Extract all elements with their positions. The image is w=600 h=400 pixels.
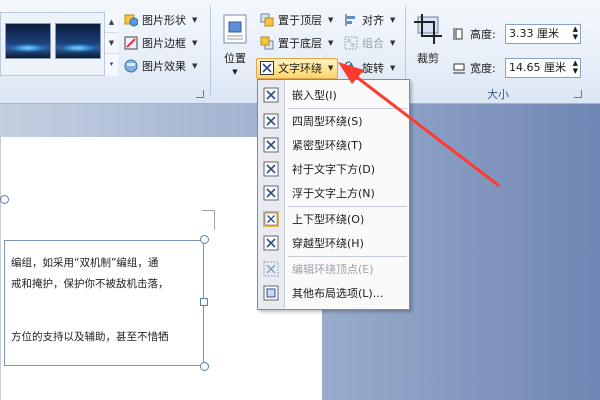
tight-wrap-icon xyxy=(263,137,279,153)
picture-shape-icon xyxy=(124,14,138,27)
width-label-item: 宽度: xyxy=(452,58,496,78)
text-wrap-menu: 嵌入型(I) 四周型环绕(S) 紧密型环绕(T) 衬于文字下方(D) 浮于文字上… xyxy=(257,79,410,310)
resize-handle[interactable] xyxy=(0,195,9,204)
height-spinner-icon[interactable]: ▲ ▼ xyxy=(573,25,578,41)
dropdown-arrow-icon: ▼ xyxy=(328,39,334,47)
textbox-line: 编组，如采用“双机制”编组，通 xyxy=(11,257,159,269)
resize-handle[interactable] xyxy=(200,235,209,244)
dropdown-arrow-icon: ▼ xyxy=(328,16,334,24)
menu-item-more-layout[interactable]: 其他布局选项(L)... xyxy=(258,281,409,305)
through-wrap-icon xyxy=(263,235,279,251)
resize-handle[interactable] xyxy=(200,362,209,371)
menu-item-in-front-text[interactable]: 浮于文字上方(N) xyxy=(258,181,409,205)
group-icon xyxy=(344,36,358,50)
dialog-launcher-icon[interactable] xyxy=(196,90,204,98)
height-input[interactable]: 3.33 厘米 ▲ ▼ xyxy=(505,24,581,44)
picture-border-icon xyxy=(124,36,138,50)
height-label-item: 高度: xyxy=(452,24,496,44)
top-bottom-wrap-icon xyxy=(263,211,279,227)
more-layout-icon xyxy=(263,285,279,301)
gallery-up-icon[interactable]: ▲ xyxy=(105,12,118,33)
picture-style-thumb[interactable] xyxy=(55,23,101,59)
align-button[interactable]: 对齐 ▼ xyxy=(344,10,395,30)
menu-item-tight[interactable]: 紧密型环绕(T) xyxy=(258,133,409,157)
width-spinner-icon[interactable]: ▲ ▼ xyxy=(573,59,578,75)
picture-effects-icon xyxy=(124,59,138,73)
gallery-scrollbar[interactable]: ▲ ▼ ▾ xyxy=(104,12,118,76)
dropdown-arrow-icon: ▼ xyxy=(390,39,396,47)
align-icon xyxy=(345,14,355,26)
position-icon xyxy=(223,14,247,44)
dropdown-arrow-icon: ▼ xyxy=(390,64,396,72)
text-wrap-icon xyxy=(260,61,274,75)
dropdown-arrow-icon: ▼ xyxy=(192,16,198,24)
size-dialog-launcher-icon[interactable] xyxy=(574,90,582,98)
menu-item-edit-wrap-points[interactable]: 编辑环绕顶点(E) xyxy=(258,257,409,281)
bring-to-front-button[interactable]: 置于顶层 ▼ xyxy=(260,10,333,30)
margin-corner-mark xyxy=(202,210,215,230)
picture-shape-button[interactable]: 图片形状 ▼ xyxy=(124,10,197,30)
dropdown-arrow-icon: ▼ xyxy=(232,68,238,76)
group-button[interactable]: 组合 ▼ xyxy=(344,33,395,53)
menu-item-behind-text[interactable]: 衬于文字下方(D) xyxy=(258,157,409,181)
picture-style-thumb[interactable] xyxy=(5,23,51,59)
send-back-icon xyxy=(260,36,274,50)
crop-icon xyxy=(414,14,442,44)
selected-textbox[interactable]: 编组，如采用“双机制”编组，通 戒和掩护，保护你不被敌机击落， 方位的支持以及辅… xyxy=(4,240,204,366)
inline-wrap-icon xyxy=(263,87,279,103)
menu-item-through[interactable]: 穿越型环绕(H) xyxy=(258,231,409,255)
width-icon xyxy=(453,63,465,74)
behind-text-icon xyxy=(263,161,279,177)
picture-border-button[interactable]: 图片边框 ▼ xyxy=(124,33,197,53)
dropdown-arrow-icon: ▼ xyxy=(192,62,198,70)
textbox-line: 戒和掩护，保护你不被敌机击落， xyxy=(11,278,169,290)
size-group-label: 大小 xyxy=(487,88,509,101)
dropdown-arrow-icon: ▼ xyxy=(390,16,396,24)
text-wrap-button[interactable]: 文字环绕 ▼ xyxy=(260,58,333,78)
crop-button[interactable]: 裁剪 xyxy=(414,14,442,66)
rotate-icon xyxy=(344,61,357,74)
gallery-down-icon[interactable]: ▼ xyxy=(105,33,118,54)
rotate-button[interactable]: 旋转 ▼ xyxy=(344,58,395,78)
edit-wrap-points-icon xyxy=(263,261,279,277)
ribbon-divider xyxy=(210,6,211,96)
resize-handle[interactable] xyxy=(200,298,208,306)
position-button[interactable]: 位置 ▼ xyxy=(221,14,249,76)
width-input[interactable]: 14.65 厘米 ▲ ▼ xyxy=(505,58,581,78)
picture-effects-button[interactable]: 图片效果 ▼ xyxy=(124,56,197,76)
square-wrap-icon xyxy=(263,113,279,129)
menu-item-square[interactable]: 四周型环绕(S) xyxy=(258,109,409,133)
send-to-back-button[interactable]: 置于底层 ▼ xyxy=(260,33,333,53)
menu-item-inline[interactable]: 嵌入型(I) xyxy=(258,83,409,107)
picture-styles-gallery[interactable] xyxy=(0,12,118,76)
gallery-more-icon[interactable]: ▾ xyxy=(105,54,118,75)
in-front-text-icon xyxy=(263,185,279,201)
height-icon xyxy=(453,28,463,40)
dropdown-arrow-icon: ▼ xyxy=(328,64,334,72)
textbox-line: 方位的支持以及辅助，甚至不惜牺 xyxy=(11,331,169,343)
menu-item-top-bottom[interactable]: 上下型环绕(O) xyxy=(258,207,409,231)
dropdown-arrow-icon: ▼ xyxy=(192,39,198,47)
bring-front-icon xyxy=(260,13,274,27)
